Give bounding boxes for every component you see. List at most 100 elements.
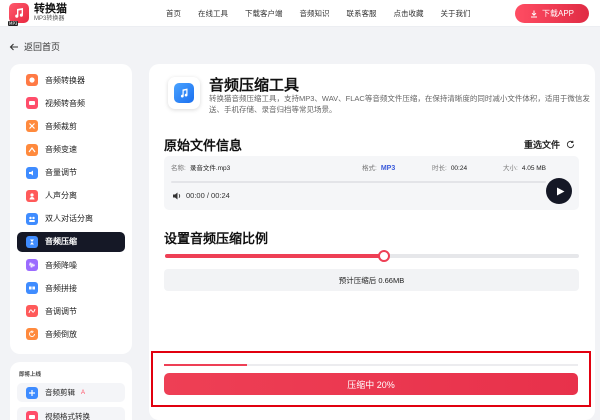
compress-progress-fill <box>164 364 247 366</box>
playback-time: 00:00 / 00:24 <box>186 191 230 200</box>
tool-icon <box>168 77 200 109</box>
compress-button[interactable]: 压缩中 20% <box>164 373 578 395</box>
file-format: 格式: MP3 <box>362 162 395 172</box>
file-size-label: 大小: <box>503 165 518 172</box>
logo-icon: MP3 <box>8 3 29 26</box>
sidebar-item[interactable]: 音频转换器 <box>17 70 125 91</box>
nav-home[interactable]: 首页 <box>166 8 181 19</box>
compress-ratio-title: 设置音频压缩比例 <box>164 231 269 246</box>
music-note-icon <box>180 88 188 98</box>
file-format-value: MP3 <box>380 165 396 172</box>
sidebar-item[interactable]: 视频转音频 <box>17 93 125 114</box>
video-format-icon <box>26 410 38 420</box>
file-name-label: 名称: <box>171 165 186 172</box>
nav-contact-support[interactable]: 联系客服 <box>347 8 377 19</box>
dialogue-icon <box>26 212 38 225</box>
file-name-value: 录音文件.mp3 <box>189 165 231 172</box>
file-size-value: 4.05 MB <box>521 165 547 172</box>
sidebar-item[interactable]: 音频降噪 <box>17 255 125 276</box>
download-icon <box>530 10 537 17</box>
sidebar-item-label: 音频降噪 <box>45 260 77 270</box>
coming-soon-heading: 即将上线 <box>19 372 42 378</box>
merge-icon <box>26 282 38 295</box>
logo[interactable]: MP3 转换猫 MP3转换器 <box>8 3 67 26</box>
back-home-link[interactable]: 返回首页 <box>9 40 60 53</box>
sidebar-item[interactable]: 双人对话分离 <box>17 209 125 230</box>
file-size: 大小: 4.05 MB <box>503 162 546 172</box>
sidebar-item-label: 音频压缩 <box>45 237 77 247</box>
file-duration: 时长: 00:24 <box>432 162 467 172</box>
sidebar-item[interactable]: 人声分离 <box>17 185 125 206</box>
file-name: 名称: 录音文件.mp3 <box>171 162 230 172</box>
download-app-label: 下载APP <box>541 9 574 18</box>
slider-thumb[interactable] <box>378 250 391 262</box>
file-duration-label: 时长: <box>432 165 447 172</box>
estimated-size: 预计压缩后 0.66MB <box>164 269 579 291</box>
main-panel: 音频压缩工具 转换猫音频压缩工具，支持MP3、WAV、FLAC等音频文件压缩，在… <box>149 64 595 420</box>
sidebar-item-label: 音频变速 <box>45 145 77 155</box>
nav-online-tools[interactable]: 在线工具 <box>198 8 228 19</box>
file-info-card: 名称: 录音文件.mp3 格式: MP3 时长: 00:24 大小: 4.05 MB 0… <box>164 156 579 210</box>
coming-soon-item[interactable]: 音频剪辑 A <box>17 383 125 402</box>
top-bar: MP3 转换猫 MP3转换器 首页 在线工具 下载客户端 音频知识 联系客服 点… <box>0 0 600 27</box>
refresh-icon <box>566 140 575 149</box>
sidebar-item-label: 人声分离 <box>45 191 77 201</box>
brand-name: 转换猫 <box>34 3 67 15</box>
pitch-icon <box>26 305 38 318</box>
file-format-label: 格式: <box>362 165 377 172</box>
logo-tag: MP3 <box>8 21 19 26</box>
sidebar-item-label: 双人对话分离 <box>45 214 93 224</box>
download-app-button[interactable]: 下载APP <box>515 4 589 23</box>
coming-soon-panel: 即将上线 音频剪辑 A 视频格式转换 <box>10 362 132 420</box>
nav-bookmark[interactable]: 点击收藏 <box>394 8 424 19</box>
slider-fill <box>165 254 385 258</box>
sidebar-item-label: 音频裁剪 <box>45 121 77 131</box>
original-file-title: 原始文件信息 <box>164 138 243 153</box>
audio-edit-icon <box>26 386 38 399</box>
reselect-file-button[interactable]: 重选文件 <box>524 138 575 151</box>
music-convert-icon <box>26 74 38 87</box>
denoise-icon <box>26 259 38 271</box>
scissors-icon <box>26 120 38 133</box>
nav-audio-knowledge[interactable]: 音频知识 <box>300 8 330 19</box>
nav-download-client[interactable]: 下载客户端 <box>245 8 283 19</box>
coming-soon-item[interactable]: 视频格式转换 <box>17 407 125 420</box>
sidebar-item-label: 音频倒放 <box>45 329 77 339</box>
sidebar-item-label: 音频转换器 <box>45 75 85 85</box>
speed-icon <box>26 143 38 156</box>
compress-ratio-slider[interactable] <box>165 250 579 262</box>
sidebar-item[interactable]: 音调调节 <box>17 301 125 322</box>
page-title: 音频压缩工具 <box>209 77 300 94</box>
sidebar-item[interactable]: 音频拼接 <box>17 278 125 299</box>
sidebar-item[interactable]: 音频压缩 <box>17 231 125 253</box>
reselect-file-label: 重选文件 <box>523 140 560 150</box>
playback-progress-bar[interactable] <box>171 181 546 183</box>
compress-icon <box>26 235 38 248</box>
reverse-icon <box>26 328 38 341</box>
volume-icon[interactable] <box>172 191 182 201</box>
back-home-label: 返回首页 <box>24 42 61 52</box>
video-to-audio-icon <box>26 97 38 110</box>
sidebar-item-label: 视频转音频 <box>45 98 85 108</box>
top-nav: 首页 在线工具 下载客户端 音频知识 联系客服 点击收藏 关于我们 <box>166 0 488 27</box>
sidebar-item[interactable]: 音频倒放 <box>17 324 125 345</box>
sidebar-item-label: 音量调节 <box>45 168 77 178</box>
volume-icon <box>26 166 38 179</box>
coming-soon-badge: A <box>81 389 86 396</box>
play-icon <box>556 187 564 195</box>
compress-progress-bar <box>164 364 578 366</box>
tool-description: 转换猫音频压缩工具，支持MP3、WAV、FLAC等音频文件压缩，在保持清晰度的同… <box>209 94 590 114</box>
compress-action-area: 压缩中 20% <box>151 351 591 407</box>
nav-about[interactable]: 关于我们 <box>441 8 471 19</box>
play-button[interactable] <box>546 178 572 204</box>
tool-sidebar: 音频转换器视频转音频音频裁剪音频变速音量调节人声分离双人对话分离 音频压缩音频降噪… <box>10 64 132 354</box>
arrow-left-icon <box>9 43 18 50</box>
sidebar-item[interactable]: 音量调节 <box>17 162 125 183</box>
sidebar-item-label: 音调调节 <box>45 306 77 316</box>
coming-soon-label: 音频剪辑 <box>45 388 75 397</box>
sidebar-item-label: 音频拼接 <box>45 283 77 293</box>
file-duration-value: 00:24 <box>450 165 468 172</box>
sidebar-item[interactable]: 音频变速 <box>17 139 125 160</box>
coming-soon-label: 视频格式转换 <box>45 412 90 420</box>
sidebar-item[interactable]: 音频裁剪 <box>17 116 125 137</box>
